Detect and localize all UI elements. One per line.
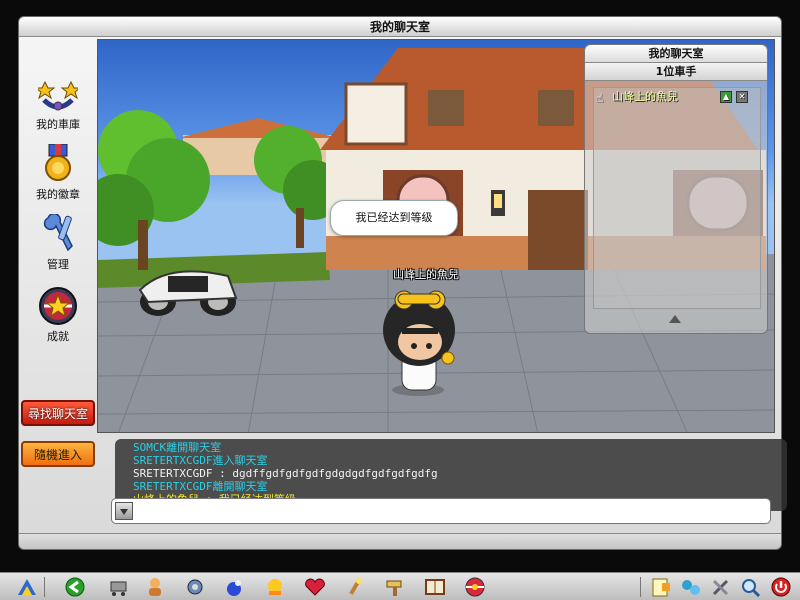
taskbar-separator	[640, 577, 641, 597]
hammer-icon[interactable]	[384, 577, 406, 597]
chat-input-row	[111, 498, 771, 524]
back-arrow-icon[interactable]	[64, 577, 86, 597]
sidebar-item-label: 我的車庫	[36, 118, 80, 131]
sidebar-item-label: 管理	[47, 258, 69, 271]
window-title: 我的聊天室	[19, 17, 781, 37]
chat-input[interactable]	[138, 501, 766, 521]
settings-tools-icon[interactable]	[710, 577, 732, 597]
garage-icon	[38, 80, 78, 111]
hand-icon: ☝	[596, 91, 604, 105]
chat-line: SRETERTXCGDF進入聊天室	[133, 454, 268, 467]
rider-panel-title: 我的聊天室	[585, 45, 767, 63]
achievement-icon	[39, 287, 77, 325]
duck-icon[interactable]	[264, 577, 286, 597]
rider-panel: 我的聊天室 1位車手 ☝ 山峰上的魚兒 ▲ ✕	[584, 44, 768, 334]
kart-ball-icon[interactable]	[464, 577, 486, 597]
book-icon[interactable]	[424, 577, 446, 597]
start-logo-icon[interactable]	[16, 577, 38, 597]
chat-room-window: 我的聊天室 我的車庫 我的徽章 管理 成就 尋找聊天室 隨機進入 我已经达到等级…	[18, 16, 787, 550]
sidebar-item-garage[interactable]: 我的車庫	[25, 80, 91, 132]
heart-icon[interactable]	[304, 577, 326, 597]
network-icon[interactable]	[680, 577, 702, 597]
sidebar-item-label: 我的徽章	[36, 188, 80, 201]
rider-info-button[interactable]: ▲	[720, 91, 732, 103]
find-room-button[interactable]: 尋找聊天室	[21, 400, 95, 426]
speech-bubble-text: 我已经达到等级	[355, 211, 433, 224]
sidebar-item-label: 成就	[47, 330, 69, 343]
rider-list: ☝ 山峰上的魚兒 ▲ ✕	[593, 87, 761, 309]
chat-line: SRETERTXCGDF : dgdffgdfgdfgdfgdgdgdfgdfg…	[133, 467, 438, 480]
chat-line: SOMCK離開聊天室	[133, 441, 222, 454]
taskbar-separator	[44, 577, 45, 597]
chat-line: SRETERTXCGDF離開聊天室	[133, 480, 268, 493]
notes-icon[interactable]	[650, 577, 672, 597]
magnifier-icon[interactable]	[740, 577, 762, 597]
wand-icon[interactable]	[344, 577, 366, 597]
bomb-icon[interactable]	[224, 577, 246, 597]
sidebar: 我的車庫 我的徽章 管理 成就 尋找聊天室 隨機進入	[19, 38, 97, 533]
panel-scroll-up-arrow[interactable]	[669, 315, 681, 323]
list-item[interactable]: ☝ 山峰上的魚兒 ▲ ✕	[594, 88, 760, 106]
gear-icon[interactable]	[184, 577, 206, 597]
character-icon[interactable]	[144, 577, 166, 597]
rider-count: 1位車手	[585, 63, 767, 81]
chat-mode-dropdown[interactable]	[115, 502, 133, 520]
speech-bubble: 我已经达到等级	[330, 200, 458, 236]
window-bottom-strip	[19, 533, 781, 549]
rider-close-button[interactable]: ✕	[736, 91, 748, 103]
taskbar	[0, 572, 800, 600]
sidebar-item-achievements[interactable]: 成就	[25, 286, 91, 344]
medal-icon	[45, 144, 71, 181]
shop-cart-icon[interactable]	[108, 577, 130, 597]
rider-name: 山峰上的魚兒	[612, 90, 678, 103]
power-icon[interactable]	[770, 577, 792, 597]
random-enter-button[interactable]: 隨機進入	[21, 441, 95, 467]
sidebar-item-medals[interactable]: 我的徽章	[25, 144, 91, 202]
character-name-tag: 山峰上的魚兒	[393, 268, 459, 281]
sidebar-item-manage[interactable]: 管理	[25, 214, 91, 272]
tools-icon	[43, 214, 73, 252]
